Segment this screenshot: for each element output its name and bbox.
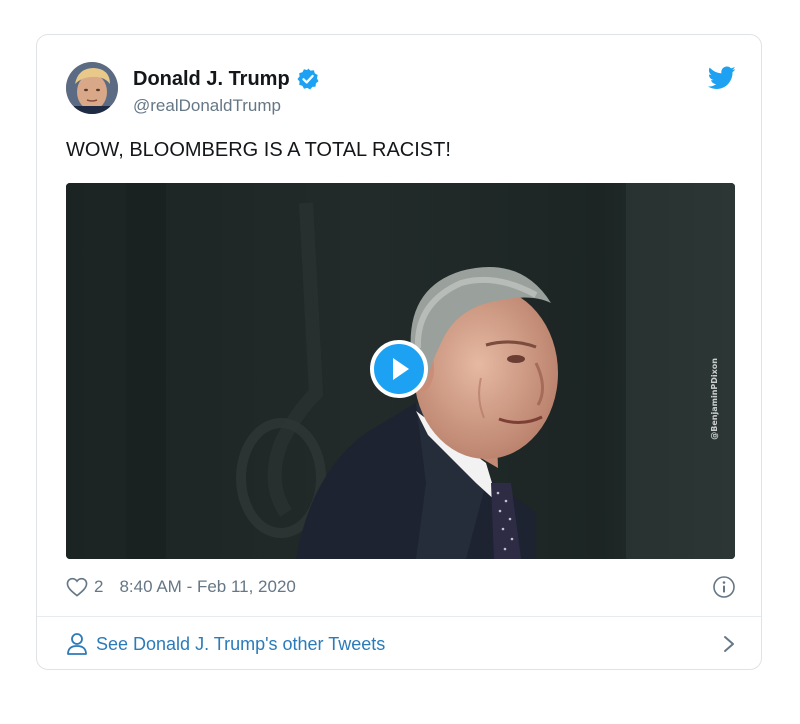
play-button[interactable] (370, 340, 428, 398)
handle[interactable]: @realDonaldTrump (133, 96, 281, 116)
name-row: Donald J. Trump (133, 67, 320, 91)
tweet-card: Donald J. Trump @realDonaldTrump WOW, BL… (36, 34, 762, 670)
tweet-header: Donald J. Trump @realDonaldTrump (66, 62, 736, 122)
display-name[interactable]: Donald J. Trump (133, 68, 290, 91)
like-count[interactable]: 2 (94, 577, 103, 597)
play-icon (393, 358, 409, 380)
info-icon[interactable] (712, 575, 736, 599)
divider (37, 616, 761, 617)
heart-icon[interactable] (66, 577, 88, 597)
verified-badge-icon (297, 68, 319, 90)
chevron-right-icon[interactable] (722, 634, 736, 654)
see-other-tweets-link[interactable]: See Donald J. Trump's other Tweets (66, 630, 736, 658)
see-other-tweets-label[interactable]: See Donald J. Trump's other Tweets (96, 634, 385, 655)
video-player[interactable]: @BenjaminPDixon (66, 183, 735, 559)
avatar[interactable] (66, 62, 118, 114)
tweet-meta: 2 8:40 AM - Feb 11, 2020 (66, 575, 736, 599)
person-icon (67, 633, 87, 655)
video-watermark: @BenjaminPDixon (710, 358, 719, 440)
avatar-image (66, 62, 118, 114)
timestamp[interactable]: 8:40 AM - Feb 11, 2020 (119, 577, 295, 597)
twitter-bird-icon[interactable] (708, 66, 736, 90)
tweet-text: WOW, BLOOMBERG IS A TOTAL RACIST! (66, 139, 451, 161)
